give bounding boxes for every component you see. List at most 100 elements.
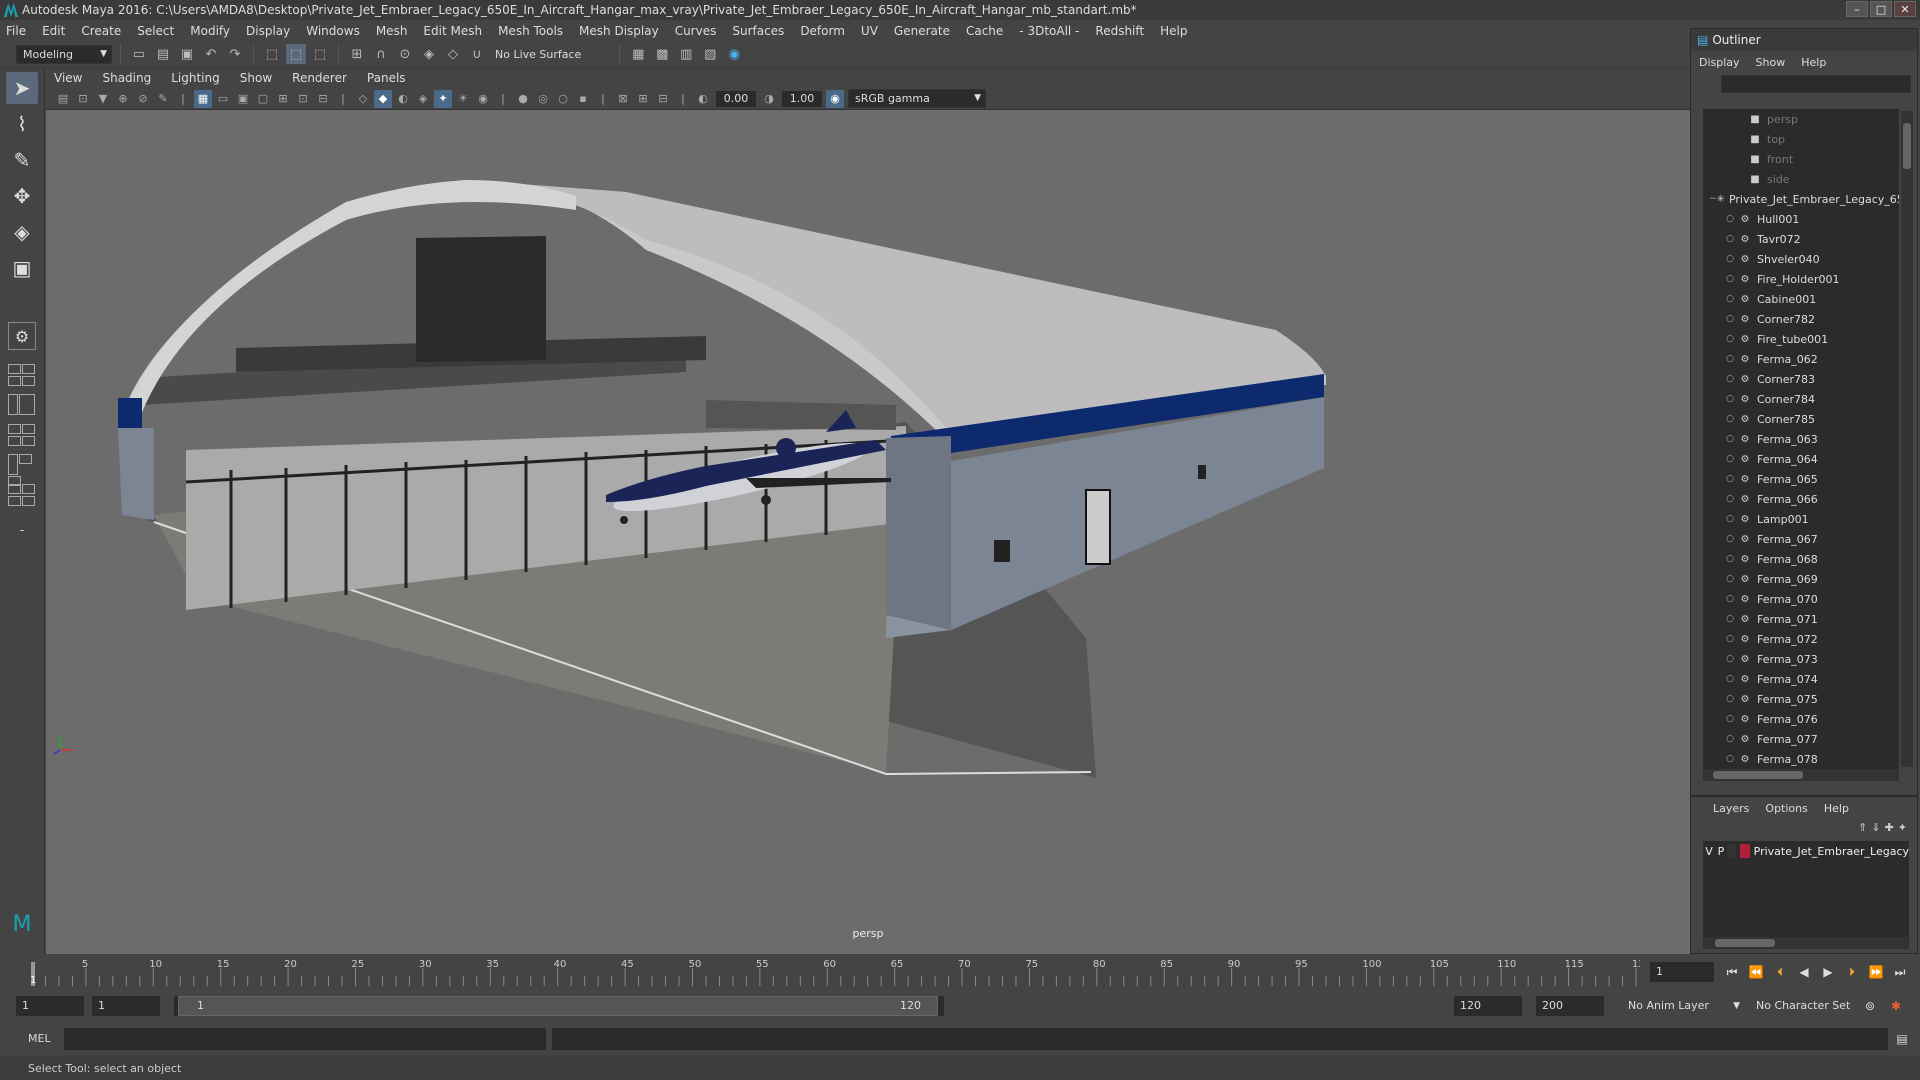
- menu-modify[interactable]: Modify: [190, 24, 230, 38]
- textured-icon[interactable]: ◈: [414, 90, 432, 108]
- scene-end-field[interactable]: 200: [1536, 996, 1604, 1016]
- outliner-item-mesh[interactable]: ○ ⚙ Ferma_066: [1703, 489, 1899, 509]
- anim-layer-dropdown[interactable]: No Anim Layer ▼: [1622, 996, 1744, 1016]
- snap-grid-icon[interactable]: ⊞: [347, 44, 367, 64]
- range-slider[interactable]: 1 120: [174, 996, 944, 1016]
- outliner-vertical-scrollbar[interactable]: [1901, 111, 1913, 767]
- time-slider[interactable]: 5 10 15 20 25 30 35 40 45 50 55 60 65 70 75 80 85 90 95 100…: [0, 954, 1920, 990]
- outliner-item-mesh[interactable]: ○ ⚙ Hull001: [1703, 209, 1899, 229]
- more-layouts-icon[interactable]: -: [6, 514, 38, 546]
- outliner-item-mesh[interactable]: ○ ⚙ Ferma_071: [1703, 609, 1899, 629]
- render-frame-icon[interactable]: ▩: [652, 44, 672, 64]
- outliner-item-mesh[interactable]: ○ ⚙ Cabine001: [1703, 289, 1899, 309]
- menu-surfaces[interactable]: Surfaces: [732, 24, 784, 38]
- xray-joints-icon[interactable]: ⊞: [634, 90, 652, 108]
- safe-title-icon[interactable]: ⊟: [314, 90, 332, 108]
- outliner-item-mesh[interactable]: ○ ⚙ Ferma_078: [1703, 749, 1899, 769]
- render-view-icon[interactable]: ▧: [700, 44, 720, 64]
- layout-persp-outliner-icon[interactable]: [8, 484, 36, 506]
- outliner-item-mesh[interactable]: ○ ⚙ Ferma_077: [1703, 729, 1899, 749]
- outliner-item-mesh[interactable]: ○ ⚙ Ferma_072: [1703, 629, 1899, 649]
- color-space-dropdown[interactable]: sRGB gamma ▼: [848, 89, 986, 108]
- menu-cache[interactable]: Cache: [966, 24, 1003, 38]
- outliner-item-mesh[interactable]: ○ ⚙ Corner785: [1703, 409, 1899, 429]
- time-ruler[interactable]: 5 10 15 20 25 30 35 40 45 50 55 60 65 70 75 80 85 90 95 100…: [30, 958, 1640, 986]
- menu-windows[interactable]: Windows: [306, 24, 360, 38]
- character-set-dropdown[interactable]: No Character Set: [1750, 996, 1868, 1016]
- image-plane-icon[interactable]: ⊘: [134, 90, 152, 108]
- menu-select[interactable]: Select: [137, 24, 174, 38]
- outliner-item-mesh[interactable]: ○ ⚙ Ferma_069: [1703, 569, 1899, 589]
- resolution-gate-icon[interactable]: ▣: [234, 90, 252, 108]
- step-back-key-icon[interactable]: ⏪: [1746, 962, 1766, 982]
- paint-select-tool-icon[interactable]: ✎: [6, 144, 38, 176]
- isolate-select-icon[interactable]: ⊠: [614, 90, 632, 108]
- select-object-icon[interactable]: ⬚: [286, 44, 306, 64]
- layer-menu-options[interactable]: Options: [1765, 802, 1807, 815]
- menu-edit-mesh[interactable]: Edit Mesh: [423, 24, 482, 38]
- step-back-frame-icon[interactable]: ⏴: [1770, 962, 1790, 982]
- rotate-tool-icon[interactable]: ◈: [6, 216, 38, 248]
- menu-deform[interactable]: Deform: [800, 24, 845, 38]
- camera-select-icon[interactable]: ▤: [54, 90, 72, 108]
- magnet-icon[interactable]: ∪: [467, 44, 487, 64]
- grid-icon[interactable]: ▦: [194, 89, 212, 108]
- animation-prefs-icon[interactable]: ✱: [1886, 996, 1906, 1016]
- color-management-icon[interactable]: ◉: [826, 89, 844, 108]
- menu-curves[interactable]: Curves: [675, 24, 717, 38]
- menu-help[interactable]: Help: [1160, 24, 1187, 38]
- menu-display[interactable]: Display: [246, 24, 290, 38]
- new-layer-selected-icon[interactable]: ✦: [1898, 821, 1907, 834]
- outliner-item-mesh[interactable]: ○ ⚙ Ferma_070: [1703, 589, 1899, 609]
- gate-mask-icon[interactable]: ▢: [254, 90, 272, 108]
- menu-mesh[interactable]: Mesh: [376, 24, 408, 38]
- film-gate-icon[interactable]: ▭: [214, 90, 232, 108]
- layout-two-pane-icon[interactable]: [8, 394, 36, 416]
- outliner-item-mesh[interactable]: ○ ⚙ Tavr072: [1703, 229, 1899, 249]
- move-layer-up-icon[interactable]: ⇑: [1858, 821, 1867, 834]
- wireframe-on-shaded-icon[interactable]: ◐: [394, 90, 412, 108]
- outliner-item-mesh[interactable]: ○ ⚙ Ferma_065: [1703, 469, 1899, 489]
- use-all-lights-icon[interactable]: ✦: [434, 89, 452, 108]
- menu-file[interactable]: File: [6, 24, 26, 38]
- outliner-item-mesh[interactable]: ○ ⚙ Ferma_064: [1703, 449, 1899, 469]
- go-to-end-icon[interactable]: ⏭: [1890, 962, 1910, 982]
- outliner-item-camera[interactable]: ■ top: [1703, 129, 1899, 149]
- show-manipulator-icon[interactable]: ⚙: [8, 322, 36, 350]
- script-editor-icon[interactable]: ▤: [1892, 1029, 1912, 1049]
- layer-color-swatch[interactable]: [1740, 844, 1750, 858]
- layer-name[interactable]: Private_Jet_Embraer_Legacy: [1754, 845, 1909, 858]
- menu-generate[interactable]: Generate: [894, 24, 950, 38]
- outliner-item-mesh[interactable]: ○ ⚙ Lamp001: [1703, 509, 1899, 529]
- scroll-thumb[interactable]: [1715, 939, 1775, 947]
- last-tool-icon[interactable]: [6, 288, 38, 320]
- layer-reference-toggle[interactable]: [1727, 844, 1737, 858]
- hypershade-icon[interactable]: ◉: [724, 44, 744, 64]
- depth-of-field-icon[interactable]: ○: [554, 90, 572, 108]
- motion-blur-icon[interactable]: ●: [514, 90, 532, 108]
- outliner-item-mesh[interactable]: ○ ⚙ Ferma_075: [1703, 689, 1899, 709]
- outliner-item-mesh[interactable]: ○ ⚙ Fire_tube001: [1703, 329, 1899, 349]
- outliner-horizontal-scrollbar[interactable]: [1703, 769, 1899, 781]
- viewport-menu-view[interactable]: View: [54, 71, 82, 85]
- snap-curve-icon[interactable]: ∩: [371, 44, 391, 64]
- lasso-tool-icon[interactable]: ⌇: [6, 108, 38, 140]
- grease-pencil-icon[interactable]: ✎: [154, 90, 172, 108]
- layout-graph-persp-icon[interactable]: [8, 454, 36, 486]
- close-button[interactable]: ✕: [1894, 1, 1916, 17]
- outliner-item-group[interactable]: −✳Private_Jet_Embraer_Legacy_650E_In_Air…: [1703, 189, 1899, 209]
- outliner-item-camera[interactable]: ■ side: [1703, 169, 1899, 189]
- snap-view-icon[interactable]: ◈: [419, 44, 439, 64]
- snap-surface-icon[interactable]: ◇: [443, 44, 463, 64]
- xray-active-icon[interactable]: ⊟: [654, 90, 672, 108]
- ipr-render-icon[interactable]: ▥: [676, 44, 696, 64]
- menu-mesh-tools[interactable]: Mesh Tools: [498, 24, 563, 38]
- outliner-item-mesh[interactable]: ○ ⚙ Ferma_067: [1703, 529, 1899, 549]
- menu-mesh-display[interactable]: Mesh Display: [579, 24, 659, 38]
- menu-uv[interactable]: UV: [861, 24, 878, 38]
- snap-point-icon[interactable]: ⊙: [395, 44, 415, 64]
- maximize-button[interactable]: □: [1870, 1, 1892, 17]
- outliner-item-mesh[interactable]: ○ ⚙ Ferma_068: [1703, 549, 1899, 569]
- menu-redshift[interactable]: Redshift: [1095, 24, 1144, 38]
- outliner-item-mesh[interactable]: ○ ⚙ Ferma_073: [1703, 649, 1899, 669]
